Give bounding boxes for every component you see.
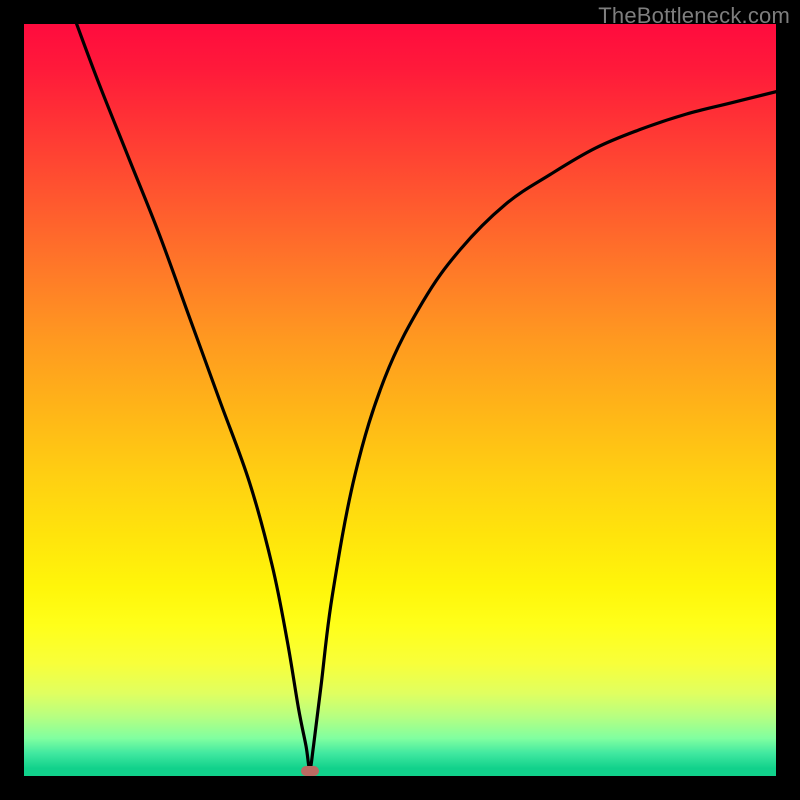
attribution-text: TheBottleneck.com: [598, 3, 790, 29]
bottleneck-curve: [24, 24, 776, 776]
chart-plot-area: [24, 24, 776, 776]
chart-frame: TheBottleneck.com: [0, 0, 800, 800]
minimum-marker: [301, 766, 319, 776]
